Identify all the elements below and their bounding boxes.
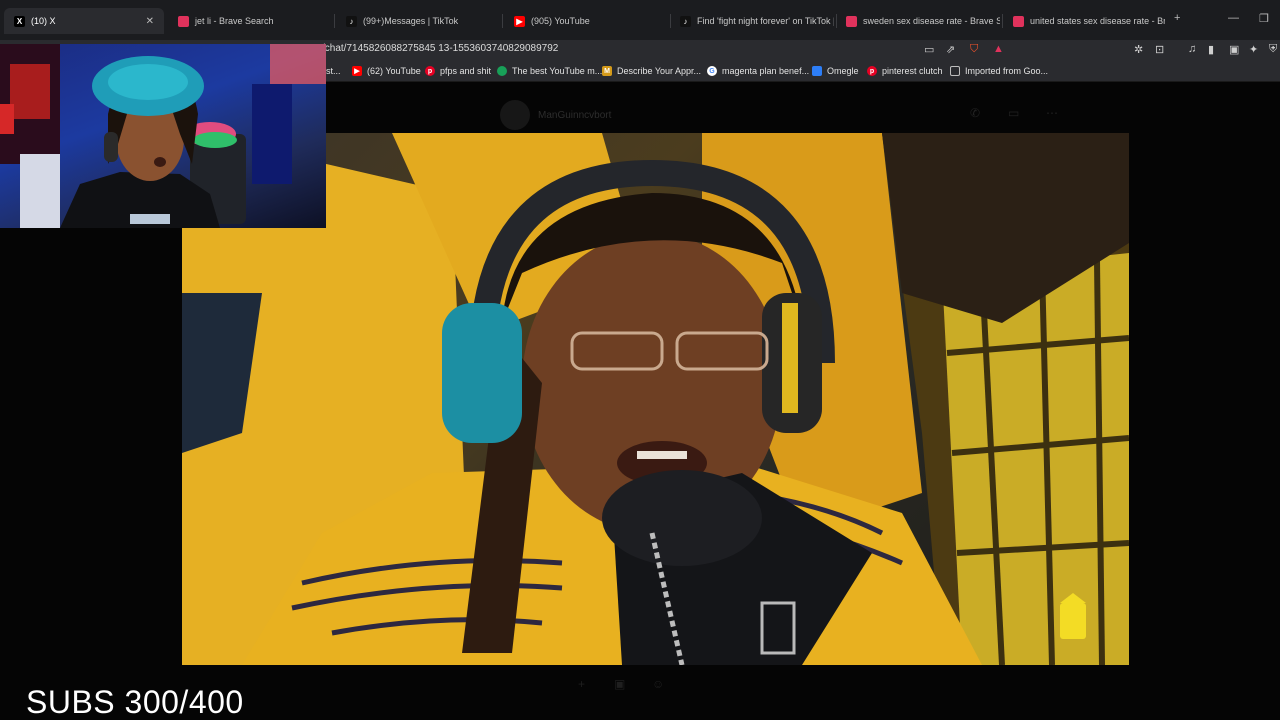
bookmark-label: magenta plan benef... <box>722 66 810 76</box>
bookmark-item[interactable]: st... <box>326 66 341 76</box>
tiktok-icon: ♪ <box>346 15 357 27</box>
tab-title: (99+)Messages | TikTok <box>363 16 459 26</box>
leaf-icon <box>497 66 507 76</box>
bookmark-label: Omegle <box>827 66 859 76</box>
bookmark-label: pinterest clutch <box>882 66 943 76</box>
tab-tiktok-messages[interactable]: ♪ (99+)Messages | TikTok <box>336 8 501 34</box>
screenshot-icon[interactable]: ⊡ <box>1155 43 1164 56</box>
brave-rewards-icon[interactable]: ▲ <box>993 43 1004 55</box>
chat-header: ManGuinncvbort <box>500 100 611 130</box>
new-tab-icon[interactable]: + <box>1174 12 1180 24</box>
tab-sweden-search[interactable]: sweden sex disease rate - Brave Searc <box>836 8 1000 34</box>
more-icon[interactable]: ⋯ <box>1046 106 1058 120</box>
tab-tiktok-search[interactable]: ♪ Find 'fight night forever' on TikTok | <box>670 8 834 34</box>
bookmark-magenta[interactable]: G magenta plan benef... <box>707 66 809 76</box>
bookmark-label: Imported from Goo... <box>965 66 1049 76</box>
bookmark-youtube-music[interactable]: The best YouTube m... <box>497 66 602 76</box>
bookmark-pinterest-clutch[interactable]: p pinterest clutch <box>867 66 943 76</box>
tab-title: jet li - Brave Search <box>195 16 274 26</box>
brave-search-icon <box>1013 15 1024 27</box>
close-tab-icon[interactable]: ✕ <box>146 16 154 27</box>
subs-counter: SUBS 300/400 <box>26 684 244 720</box>
bookmark-describe[interactable]: M Describe Your Appr... <box>602 66 701 76</box>
avatar <box>500 100 530 130</box>
pinterest-icon: p <box>425 66 435 76</box>
tab-jet-li[interactable]: jet li - Brave Search <box>168 8 328 34</box>
cast-icon[interactable]: ▭ <box>924 43 934 56</box>
bookmark-omegle[interactable]: Omegle <box>812 66 859 76</box>
extensions-icon[interactable]: ✲ <box>1134 43 1143 56</box>
brave-shield-icon[interactable]: ⛉ <box>970 43 978 56</box>
bookmark-pfps[interactable]: p pfps and shit <box>425 66 491 76</box>
minimize-icon[interactable]: — <box>1228 12 1239 24</box>
tab-title: (10) X <box>31 16 56 26</box>
youtube-icon: ▶ <box>514 15 525 27</box>
brave-search-icon <box>178 15 189 27</box>
sidebar-icon[interactable]: ▮ <box>1208 43 1214 56</box>
restore-icon[interactable]: ❐ <box>1259 12 1269 25</box>
browser-tab-bar: X (10) X ✕ jet li - Brave Search ♪ (99+)… <box>0 0 1280 40</box>
image-icon[interactable]: ▣ <box>614 677 625 691</box>
tab-title: sweden sex disease rate - Brave Searc <box>863 16 1000 26</box>
bookmark-label: The best YouTube m... <box>512 66 603 76</box>
omegle-icon <box>812 66 822 76</box>
tab-title: united states sex disease rate - Brave <box>1030 16 1165 26</box>
tab-youtube[interactable]: ▶ (905) YouTube <box>504 8 669 34</box>
pinterest-icon: p <box>867 66 877 76</box>
bookmark-label: (62) YouTube <box>367 66 421 76</box>
webcam-frame <box>0 44 326 228</box>
media-icon[interactable]: ♫ <box>1188 43 1196 55</box>
tab-x[interactable]: X (10) X ✕ <box>4 8 164 34</box>
address-bar[interactable]: /chat/7145826088275845 13-15536037408290… <box>322 43 558 54</box>
folder-icon <box>950 66 960 76</box>
youtube-icon: ▶ <box>352 66 362 76</box>
bookmark-label: st... <box>326 66 341 76</box>
x-logo-icon: X <box>14 15 25 27</box>
tiktok-icon: ♪ <box>680 15 691 27</box>
bookmark-label: Describe Your Appr... <box>617 66 702 76</box>
attach-icon[interactable]: + <box>578 677 585 691</box>
call-icon[interactable]: ✆ <box>970 106 980 120</box>
leo-ai-icon[interactable]: ✦ <box>1249 43 1258 56</box>
vpn-icon[interactable]: ⛨ <box>1269 43 1277 56</box>
brave-search-icon <box>846 15 857 27</box>
video-call-icon[interactable]: ▭ <box>1008 106 1019 120</box>
chat-contact-name: ManGuinncvbort <box>538 109 612 121</box>
gmail-icon: M <box>602 66 612 76</box>
tab-title: (905) YouTube <box>531 16 590 26</box>
bookmark-label: pfps and shit <box>440 66 492 76</box>
wallet-icon[interactable]: ▣ <box>1229 43 1239 56</box>
tab-us-search[interactable]: united states sex disease rate - Brave <box>1003 8 1165 34</box>
google-icon: G <box>707 66 717 76</box>
share-icon[interactable]: ⇗ <box>946 43 955 56</box>
tab-title: Find 'fight night forever' on TikTok | <box>697 16 834 26</box>
emoji-icon[interactable]: ☺ <box>652 677 664 691</box>
webcam-overlay <box>0 44 326 228</box>
bookmark-imported[interactable]: Imported from Goo... <box>950 66 1048 76</box>
bookmark-youtube[interactable]: ▶ (62) YouTube <box>352 66 421 76</box>
